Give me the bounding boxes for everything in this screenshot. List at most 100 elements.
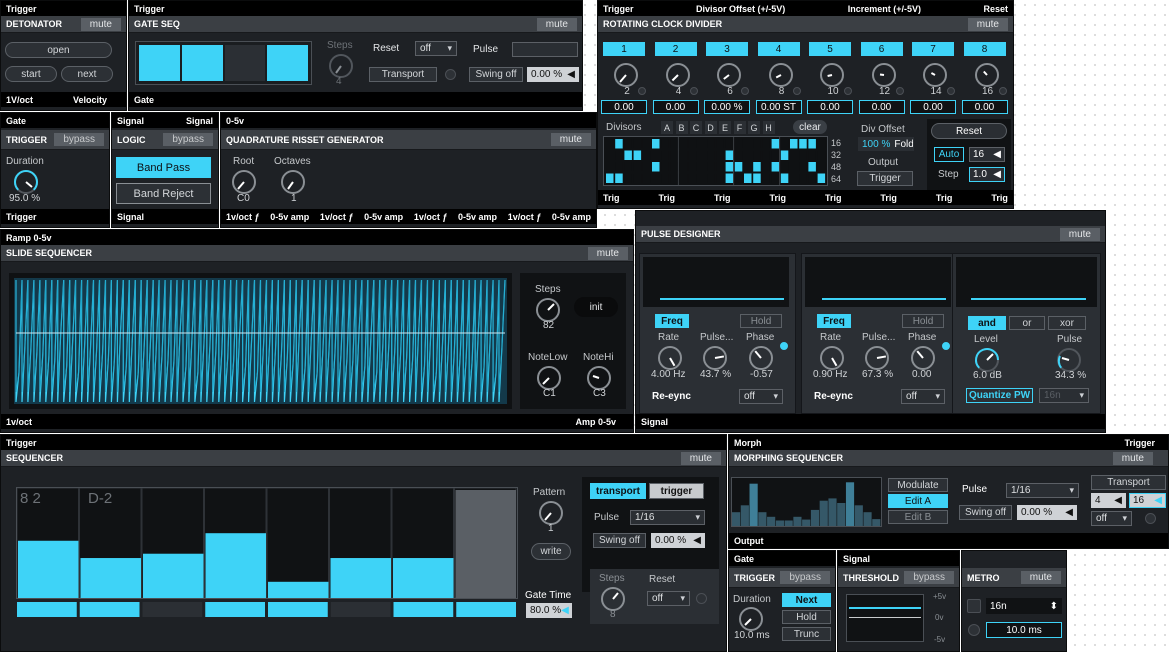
- transport-button[interactable]: transport: [590, 483, 646, 499]
- output-mode-button[interactable]: Trigger: [857, 171, 913, 186]
- swing-value[interactable]: 0.00 % ◀: [527, 67, 579, 82]
- next-button[interactable]: Next: [782, 593, 831, 607]
- gate-cell[interactable]: [456, 602, 516, 617]
- swing-button[interactable]: Swing off: [593, 533, 646, 548]
- resync-dropdown[interactable]: off: [739, 389, 783, 404]
- divisor-letter-button[interactable]: E: [719, 121, 731, 134]
- reset-dropdown[interactable]: off: [415, 41, 457, 56]
- transport-button[interactable]: Transport: [1091, 475, 1166, 490]
- pulse-width-knob[interactable]: [863, 344, 891, 372]
- pulse-field[interactable]: [512, 42, 578, 57]
- divisor-cell-on[interactable]: [771, 162, 780, 172]
- next-button[interactable]: next: [61, 66, 113, 82]
- auto-value[interactable]: 16 ◀: [969, 147, 1005, 162]
- duration-knob[interactable]: [737, 605, 765, 633]
- div-offset-field[interactable]: 100 % Fold: [858, 137, 914, 151]
- morph-bar[interactable]: [819, 500, 828, 526]
- step-bar[interactable]: [205, 533, 267, 598]
- root-knob[interactable]: [230, 168, 258, 196]
- divisor-cell-on[interactable]: [753, 173, 761, 184]
- channel-button[interactable]: 5: [809, 42, 851, 56]
- step-cell[interactable]: [266, 487, 329, 599]
- divisor-cell-on[interactable]: [808, 139, 816, 149]
- morph-bar[interactable]: [775, 520, 784, 526]
- offset-field[interactable]: 0.00: [601, 100, 647, 114]
- channel-button[interactable]: 8: [963, 42, 1006, 56]
- reset-button[interactable]: Reset: [931, 123, 1007, 139]
- band-pass-button[interactable]: Band Pass: [116, 157, 211, 178]
- hold-button[interactable]: Hold: [740, 314, 782, 328]
- divisor-letter-button[interactable]: H: [762, 121, 775, 134]
- threshold-display[interactable]: [846, 594, 924, 642]
- mute-button[interactable]: mute: [587, 246, 628, 260]
- divisor-knob[interactable]: [612, 61, 640, 89]
- slide-waveform-display[interactable]: [9, 273, 512, 409]
- offset-field[interactable]: 0.00 ST: [755, 100, 802, 114]
- divisor-letter-button[interactable]: C: [690, 121, 702, 134]
- divisor-cell-on[interactable]: [790, 139, 798, 149]
- morph-bar[interactable]: [828, 498, 837, 526]
- trigger-button[interactable]: trigger: [649, 483, 704, 499]
- phase-knob[interactable]: [909, 344, 937, 372]
- rate-knob[interactable]: [818, 344, 846, 372]
- metro-rate-field[interactable]: 16n ⬍: [986, 598, 1062, 614]
- divisor-cell-on[interactable]: [615, 139, 623, 149]
- channel-button[interactable]: 6: [860, 42, 903, 56]
- mute-button[interactable]: mute: [536, 17, 577, 31]
- divisor-cell-on[interactable]: [799, 139, 807, 149]
- edit-a-button[interactable]: Edit A: [888, 494, 948, 508]
- or-button[interactable]: or: [1009, 316, 1045, 330]
- reset-dropdown[interactable]: off: [647, 591, 690, 606]
- divisor-knob[interactable]: [870, 61, 898, 89]
- trunc-button[interactable]: Trunc: [782, 627, 831, 641]
- gate-cell[interactable]: [79, 602, 140, 617]
- open-button[interactable]: open: [5, 42, 112, 58]
- rate-knob[interactable]: [656, 344, 684, 372]
- divisor-cell-on[interactable]: [615, 173, 623, 184]
- divisor-knob[interactable]: [664, 61, 692, 89]
- pulse-dropdown[interactable]: 1/16: [630, 510, 705, 525]
- bypass-button[interactable]: bypass: [54, 133, 104, 146]
- gate-cell[interactable]: [330, 602, 391, 617]
- bypass-button[interactable]: bypass: [904, 571, 954, 584]
- morph-steps-a[interactable]: 4 ◀: [1091, 493, 1126, 508]
- metro-toggle[interactable]: [967, 599, 981, 613]
- start-button[interactable]: start: [5, 66, 57, 82]
- mute-button[interactable]: mute: [1020, 571, 1061, 584]
- quantize-pw-button[interactable]: Quantize PW: [966, 388, 1033, 403]
- hold-button[interactable]: Hold: [902, 314, 944, 328]
- divisor-cell-on[interactable]: [606, 173, 614, 184]
- step-bar[interactable]: [393, 558, 454, 598]
- morph-bar[interactable]: [863, 512, 872, 526]
- bypass-button[interactable]: bypass: [780, 571, 830, 584]
- gate-grid[interactable]: [135, 41, 312, 85]
- morph-steps-b[interactable]: 16 ◀: [1129, 493, 1166, 508]
- hold-button[interactable]: Hold: [782, 610, 831, 624]
- morph-bar[interactable]: [810, 509, 820, 526]
- divisor-knob[interactable]: [973, 61, 1001, 89]
- divisor-cell-on[interactable]: [753, 162, 761, 172]
- divisor-cell-on[interactable]: [780, 150, 789, 161]
- divisor-cell-on[interactable]: [734, 162, 743, 172]
- channel-button[interactable]: 2: [654, 42, 697, 56]
- octaves-knob[interactable]: [279, 168, 307, 196]
- metro-bang[interactable]: [968, 624, 980, 636]
- divisor-cell-on[interactable]: [817, 173, 826, 184]
- gate-cell[interactable]: [267, 45, 308, 81]
- morph-bar[interactable]: [767, 516, 776, 526]
- gate-row[interactable]: [16, 601, 518, 618]
- step-bar[interactable]: [80, 558, 142, 598]
- step-bar[interactable]: [455, 490, 517, 598]
- divisor-letter-button[interactable]: G: [748, 121, 760, 134]
- channel-button[interactable]: 7: [912, 42, 954, 56]
- morph-bar[interactable]: [872, 519, 881, 526]
- xor-button[interactable]: xor: [1048, 316, 1086, 330]
- edit-b-button[interactable]: Edit B: [888, 510, 948, 524]
- freq-button[interactable]: Freq: [817, 314, 851, 328]
- step-bar[interactable]: [143, 553, 204, 598]
- divisor-letter-button[interactable]: F: [733, 121, 746, 134]
- morph-bar[interactable]: [854, 505, 863, 526]
- channel-button[interactable]: 4: [757, 42, 800, 56]
- pulse-width-knob[interactable]: [701, 344, 729, 372]
- offset-field[interactable]: 0.00: [910, 100, 956, 114]
